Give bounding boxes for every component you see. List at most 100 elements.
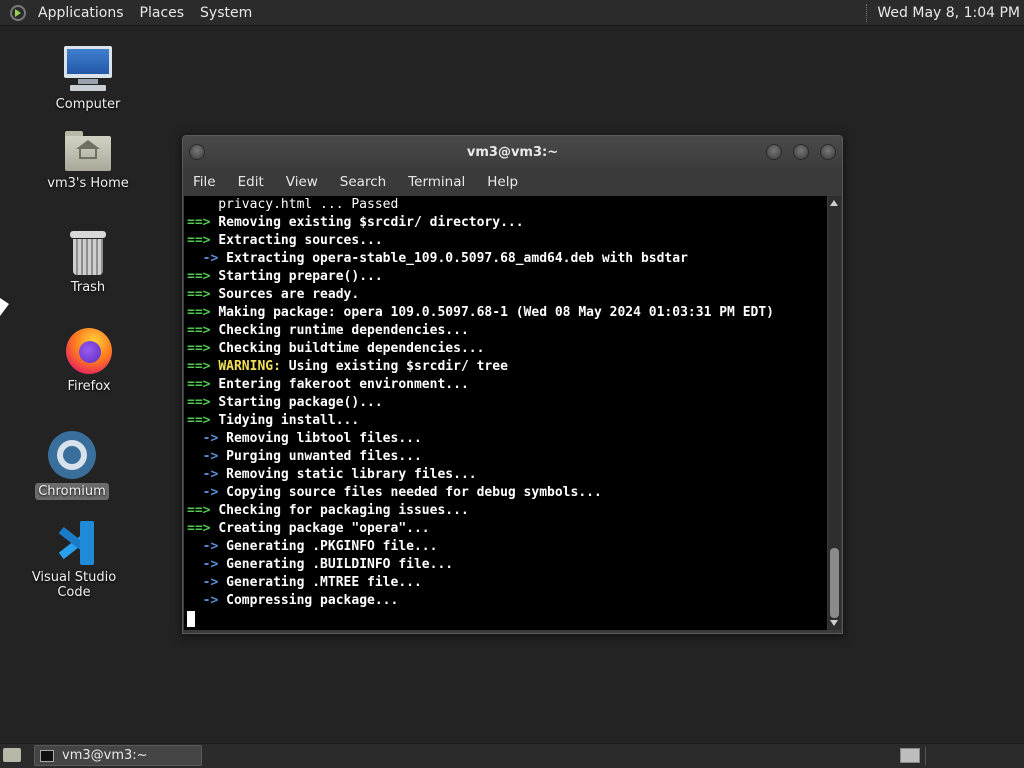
line-text: Generating .BUILDINFO file...	[226, 557, 454, 572]
terminal-line: privacy.html ... Passed	[184, 196, 827, 214]
terminal-line: ==> Starting prepare()...	[184, 268, 827, 286]
line-text: Making package: opera 109.0.5097.68-1 (W…	[218, 305, 775, 320]
line-prefix: ->	[187, 575, 227, 590]
line-text: Purging unwanted files...	[226, 449, 422, 464]
bottom-panel: vm3@vm3:~	[0, 743, 1024, 768]
desktop-icon-label: Trash	[70, 280, 106, 295]
terminal-line: ==> Extracting sources...	[184, 232, 827, 250]
system-menu[interactable]: System	[192, 5, 260, 21]
minimize-button[interactable]	[766, 144, 782, 160]
desktop-icon-firefox[interactable]: Firefox	[34, 328, 144, 395]
line-prefix: ->	[187, 467, 227, 482]
line-text: Copying source files needed for debug sy…	[226, 485, 602, 500]
top-panel: Applications Places System Wed May 8, 1:…	[0, 0, 1024, 26]
terminal-line: -> Purging unwanted files...	[184, 448, 827, 466]
terminal-line: ==> WARNING: Using existing $srcdir/ tre…	[184, 358, 827, 376]
text-cursor	[187, 611, 195, 627]
menu-search[interactable]: Search	[329, 174, 397, 190]
terminal-line: -> Generating .MTREE file...	[184, 574, 827, 592]
line-prefix: ==>	[187, 359, 219, 374]
line-text: Removing libtool files...	[226, 431, 422, 446]
line-prefix: ->	[187, 449, 227, 464]
terminal-line: ==> Removing existing $srcdir/ directory…	[184, 214, 827, 232]
line-text: Creating package "opera"...	[218, 521, 430, 536]
mouse-pointer-icon	[0, 298, 9, 316]
clock[interactable]: Wed May 8, 1:04 PM	[877, 5, 1024, 21]
taskbar-item-terminal[interactable]: vm3@vm3:~	[34, 745, 202, 766]
terminal-line: ==> Checking buildtime dependencies...	[184, 340, 827, 358]
terminal-line: ==> Making package: opera 109.0.5097.68-…	[184, 304, 827, 322]
line-text: Removing static library files...	[226, 467, 477, 482]
places-menu[interactable]: Places	[132, 5, 193, 21]
terminal-line: ==> Creating package "opera"...	[184, 520, 827, 538]
show-desktop-icon[interactable]	[3, 748, 21, 762]
terminal-line: ==> Sources are ready.	[184, 286, 827, 304]
panel-separator	[866, 3, 871, 22]
line-text: Extracting sources...	[218, 233, 383, 248]
scroll-down-icon[interactable]	[830, 620, 838, 626]
desktop-icon-trash[interactable]: Trash	[33, 231, 143, 296]
desktop-icon-computer[interactable]: Computer	[33, 46, 143, 113]
terminal-line: -> Removing libtool files...	[184, 430, 827, 448]
applications-menu[interactable]: Applications	[30, 5, 132, 21]
distro-logo-icon[interactable]	[10, 4, 26, 21]
taskbar-item-label: vm3@vm3:~	[62, 748, 148, 763]
line-prefix: ->	[187, 485, 227, 500]
menu-edit[interactable]: Edit	[227, 174, 275, 190]
line-prefix: ==>	[187, 287, 219, 302]
menu-terminal[interactable]: Terminal	[397, 174, 476, 190]
maximize-button[interactable]	[793, 144, 809, 160]
trash-icon	[69, 231, 107, 275]
terminal-line: ==> Entering fakeroot environment...	[184, 376, 827, 394]
terminal-line: ==> Checking runtime dependencies...	[184, 322, 827, 340]
terminal-icon	[40, 749, 54, 762]
terminal-prompt-line	[184, 610, 827, 628]
scroll-up-icon[interactable]	[830, 200, 838, 206]
terminal-scrollbar[interactable]	[828, 196, 841, 630]
line-text: Checking for packaging issues...	[218, 503, 469, 518]
line-text: Sources are ready.	[218, 287, 360, 302]
line-prefix: ==>	[187, 341, 219, 356]
terminal-window[interactable]: vm3@vm3:~ File Edit View Search Terminal…	[182, 135, 843, 634]
line-text: Tidying install...	[218, 413, 360, 428]
line-text: Generating .PKGINFO file...	[226, 539, 438, 554]
close-button[interactable]	[820, 144, 836, 160]
firefox-icon	[66, 328, 112, 374]
desktop-icon-label: Chromium	[35, 483, 109, 500]
scrollbar-thumb[interactable]	[830, 548, 839, 618]
desktop-icon-vscode[interactable]: Visual Studio Code	[19, 521, 129, 601]
line-prefix: ->	[187, 431, 227, 446]
terminal-line: -> Compressing package...	[184, 592, 827, 610]
terminal-line: -> Generating .PKGINFO file...	[184, 538, 827, 556]
vscode-icon	[52, 521, 96, 565]
line-text: Compressing package...	[226, 593, 399, 608]
desktop-icon-chromium[interactable]: Chromium	[17, 431, 127, 500]
line-prefix: ->	[187, 539, 227, 554]
workspace-switcher[interactable]	[900, 748, 920, 763]
line-text: privacy.html ... Passed	[187, 197, 399, 212]
window-title: vm3@vm3:~	[466, 145, 559, 160]
line-text: Using existing $srcdir/ tree	[280, 359, 508, 374]
menu-view[interactable]: View	[275, 174, 329, 190]
computer-icon	[64, 46, 112, 92]
menu-help[interactable]: Help	[476, 174, 529, 190]
line-prefix: ==>	[187, 521, 219, 536]
terminal-line: ==> Tidying install...	[184, 412, 827, 430]
line-prefix: ->	[187, 593, 227, 608]
desktop-icon-label: Computer	[55, 97, 121, 112]
terminal-line: ==> Starting package()...	[184, 394, 827, 412]
window-titlebar[interactable]: vm3@vm3:~	[183, 136, 842, 168]
line-prefix: ==>	[187, 503, 219, 518]
line-prefix: ->	[187, 251, 227, 266]
terminal-output[interactable]: privacy.html ... Passed ==> Removing exis…	[184, 196, 827, 630]
terminal-line: ==> Checking for packaging issues...	[184, 502, 827, 520]
desktop-icon-home[interactable]: vm3's Home	[33, 131, 143, 192]
terminal-line: -> Extracting opera-stable_109.0.5097.68…	[184, 250, 827, 268]
line-text: Removing existing $srcdir/ directory...	[218, 215, 524, 230]
workspace-divider	[925, 747, 952, 765]
terminal-line: -> Removing static library files...	[184, 466, 827, 484]
terminal-line: -> Copying source files needed for debug…	[184, 484, 827, 502]
terminal-line: -> Generating .BUILDINFO file...	[184, 556, 827, 574]
desktop-icon-label: vm3's Home	[47, 176, 129, 191]
menu-file[interactable]: File	[183, 174, 227, 190]
